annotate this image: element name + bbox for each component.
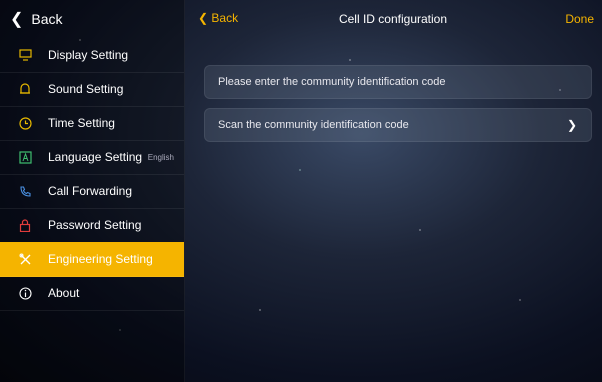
clock-icon	[18, 116, 32, 130]
sidebar-item-language-setting[interactable]: Language Setting English	[0, 140, 184, 175]
phone-forward-icon	[18, 184, 32, 198]
sidebar-item-label: Language Setting	[48, 150, 143, 164]
sidebar-item-label: Sound Setting	[48, 82, 124, 96]
sidebar-item-about[interactable]: About	[0, 276, 184, 311]
community-code-input[interactable]: Please enter the community identificatio…	[204, 65, 592, 99]
chevron-right-icon: ❯	[566, 118, 577, 132]
sidebar-item-sound-setting[interactable]: Sound Setting	[0, 72, 184, 107]
sidebar-item-time-setting[interactable]: Time Setting	[0, 106, 184, 141]
chevron-left-icon: ❮	[10, 11, 24, 28]
language-icon	[18, 150, 32, 164]
sidebar-item-label: About	[48, 286, 80, 300]
top-bar: ❮ Back Cell ID configuration Done	[184, 0, 602, 38]
sidebar-back-button[interactable]: ❮ Back	[0, 0, 184, 38]
bell-icon	[18, 82, 32, 96]
done-button[interactable]: Done	[565, 12, 594, 26]
settings-sidebar: ❮ Back Display Setting Sound Setting Tim…	[0, 0, 185, 382]
community-code-placeholder: Please enter the community identificatio…	[218, 76, 446, 88]
page-title: Cell ID configuration	[338, 12, 448, 26]
sidebar-item-label: Display Setting	[48, 48, 129, 62]
sidebar-item-display-setting[interactable]: Display Setting	[0, 38, 184, 73]
sidebar-back-label: Back	[31, 11, 63, 27]
tools-icon	[18, 252, 32, 266]
sidebar-item-label: Call Forwarding	[48, 184, 133, 198]
sidebar-item-engineering-setting[interactable]: Engineering Setting	[0, 242, 184, 277]
sidebar-item-call-forwarding[interactable]: Call Forwarding	[0, 174, 184, 209]
sidebar-item-label: Time Setting	[48, 116, 115, 130]
language-value: English	[147, 152, 174, 162]
info-icon	[18, 286, 32, 300]
lock-icon	[18, 218, 32, 232]
scan-code-label: Scan the community identification code	[218, 119, 409, 131]
scan-community-code-button[interactable]: Scan the community identification code ❯	[204, 108, 592, 142]
sidebar-item-password-setting[interactable]: Password Setting	[0, 208, 184, 243]
monitor-icon	[18, 48, 32, 62]
sidebar-item-label: Password Setting	[48, 218, 142, 232]
sidebar-item-label: Engineering Setting	[48, 251, 153, 266]
